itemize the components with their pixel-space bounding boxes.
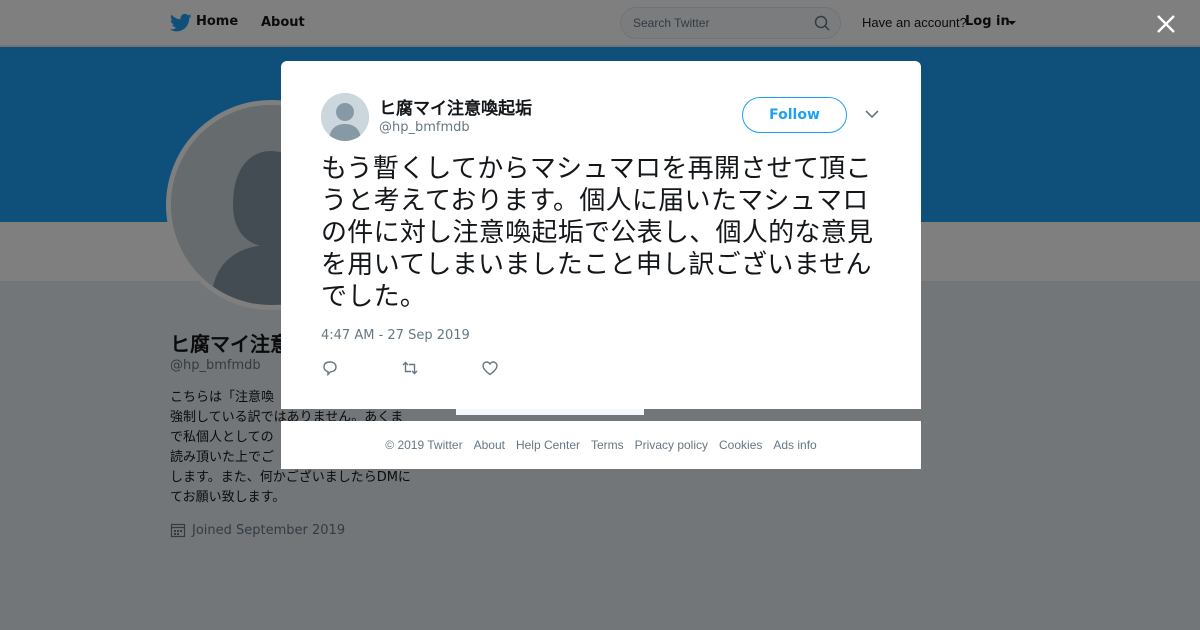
- tweet-text: もう暫くしてからマシュマロを再開させて頂こうと考えております。個人に届いたマシュ…: [321, 154, 874, 312]
- tweet-modal: ヒ腐マイ注意喚起垢 @hp_bmfmdb Follow もう暫くしてからマシュマ…: [281, 61, 921, 409]
- footer-link-about[interactable]: About: [474, 438, 505, 452]
- footer-link-privacy[interactable]: Privacy policy: [635, 438, 708, 452]
- footer-copyright: © 2019 Twitter: [385, 438, 463, 452]
- close-icon[interactable]: [1155, 13, 1177, 35]
- reply-button[interactable]: [321, 359, 401, 379]
- footer-link-cookies[interactable]: Cookies: [719, 438, 762, 452]
- tweet-timestamp[interactable]: 4:47 AM - 27 Sep 2019: [321, 328, 470, 343]
- default-avatar-icon: [321, 93, 369, 141]
- tweet-actions: [321, 359, 561, 379]
- modal-footer: © 2019 Twitter About Help Center Terms P…: [281, 421, 921, 469]
- modal-divider: [456, 409, 644, 415]
- tweet-author-avatar[interactable]: [321, 93, 369, 141]
- like-button[interactable]: [481, 359, 561, 379]
- retweet-button[interactable]: [401, 359, 481, 379]
- follow-button[interactable]: Follow: [742, 97, 847, 133]
- tweet-author-name[interactable]: ヒ腐マイ注意喚起垢: [379, 94, 532, 119]
- reply-icon: [323, 361, 337, 377]
- chevron-down-icon[interactable]: [865, 109, 879, 119]
- footer-link-ads-info[interactable]: Ads info: [773, 438, 816, 452]
- footer-link-help-center[interactable]: Help Center: [516, 438, 580, 452]
- footer-link-terms[interactable]: Terms: [591, 438, 624, 452]
- retweet-icon: [402, 361, 418, 375]
- like-icon: [482, 361, 498, 376]
- tweet-author-handle[interactable]: @hp_bmfmdb: [379, 120, 470, 135]
